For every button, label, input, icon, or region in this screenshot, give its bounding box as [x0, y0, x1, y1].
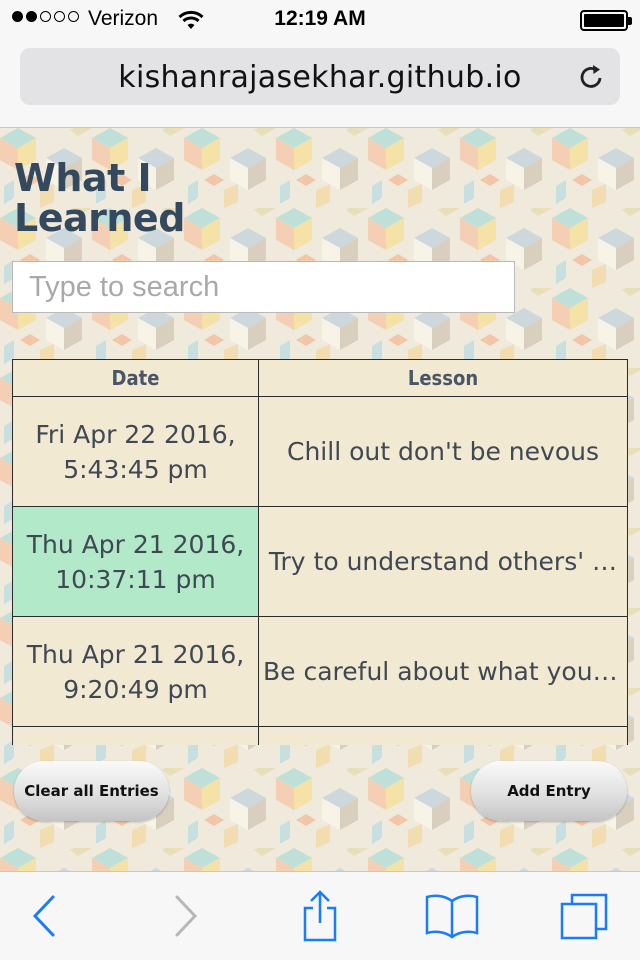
entries-table-container[interactable]: Date Lesson Fri Apr 22 2016, 5:43:45 pm …	[12, 359, 628, 745]
table-row[interactable]	[12, 726, 628, 745]
web-page: What I Learned Date Lesson Fri Apr 22 20…	[0, 128, 640, 871]
reload-icon[interactable]	[578, 63, 606, 91]
entry-date-cell[interactable]	[12, 726, 259, 745]
entry-lesson-cell[interactable]: Be careful about what you …	[258, 616, 628, 727]
entry-date-cell[interactable]: Fri Apr 22 2016, 5:43:45 pm	[12, 396, 259, 507]
entries-table: Date Lesson Fri Apr 22 2016, 5:43:45 pm …	[12, 359, 628, 745]
lesson-column-header[interactable]: Lesson	[258, 359, 628, 397]
back-button[interactable]	[16, 890, 72, 942]
page-title: What I Learned	[14, 156, 185, 240]
table-row[interactable]: Fri Apr 22 2016, 5:43:45 pm Chill out do…	[12, 396, 628, 507]
status-time: 12:19 AM	[274, 7, 366, 30]
entry-lesson-cell[interactable]: Try to understand others' …	[258, 506, 628, 617]
browser-toolbar	[0, 871, 640, 960]
entry-lesson-cell[interactable]: Chill out don't be nevous	[258, 396, 628, 507]
forward-button[interactable]	[158, 890, 214, 942]
back-icon	[32, 895, 55, 937]
tabs-button[interactable]	[556, 890, 612, 942]
battery-icon	[580, 10, 632, 31]
search-input[interactable]	[12, 261, 515, 313]
bookmarks-button[interactable]	[424, 890, 480, 942]
url-text[interactable]: kishanrajasekhar.github.io	[20, 60, 620, 95]
add-entry-button[interactable]: Add Entry	[471, 761, 627, 821]
share-button[interactable]	[292, 890, 348, 942]
address-bar[interactable]: kishanrajasekhar.github.io	[20, 48, 620, 105]
entry-date-cell[interactable]: Thu Apr 21 2016, 9:20:49 pm	[12, 616, 259, 727]
tabs-icon	[560, 893, 608, 940]
table-row[interactable]: Thu Apr 21 2016, 9:20:49 pm Be careful a…	[12, 616, 628, 727]
bookmarks-icon	[425, 894, 479, 939]
table-row[interactable]: Thu Apr 21 2016, 10:37:11 pm Try to unde…	[12, 506, 628, 617]
forward-icon	[175, 895, 198, 937]
entry-lesson-cell[interactable]	[258, 726, 628, 745]
entry-date-cell[interactable]: Thu Apr 21 2016, 10:37:11 pm	[12, 506, 259, 617]
status-bar: Verizon 12:19 AM	[0, 0, 640, 40]
share-icon	[303, 890, 337, 942]
date-column-header[interactable]: Date	[12, 359, 259, 397]
clear-all-entries-button[interactable]: Clear all Entries	[14, 761, 169, 821]
browser-header: kishanrajasekhar.github.io	[0, 40, 640, 128]
table-header-row: Date Lesson	[12, 359, 628, 397]
